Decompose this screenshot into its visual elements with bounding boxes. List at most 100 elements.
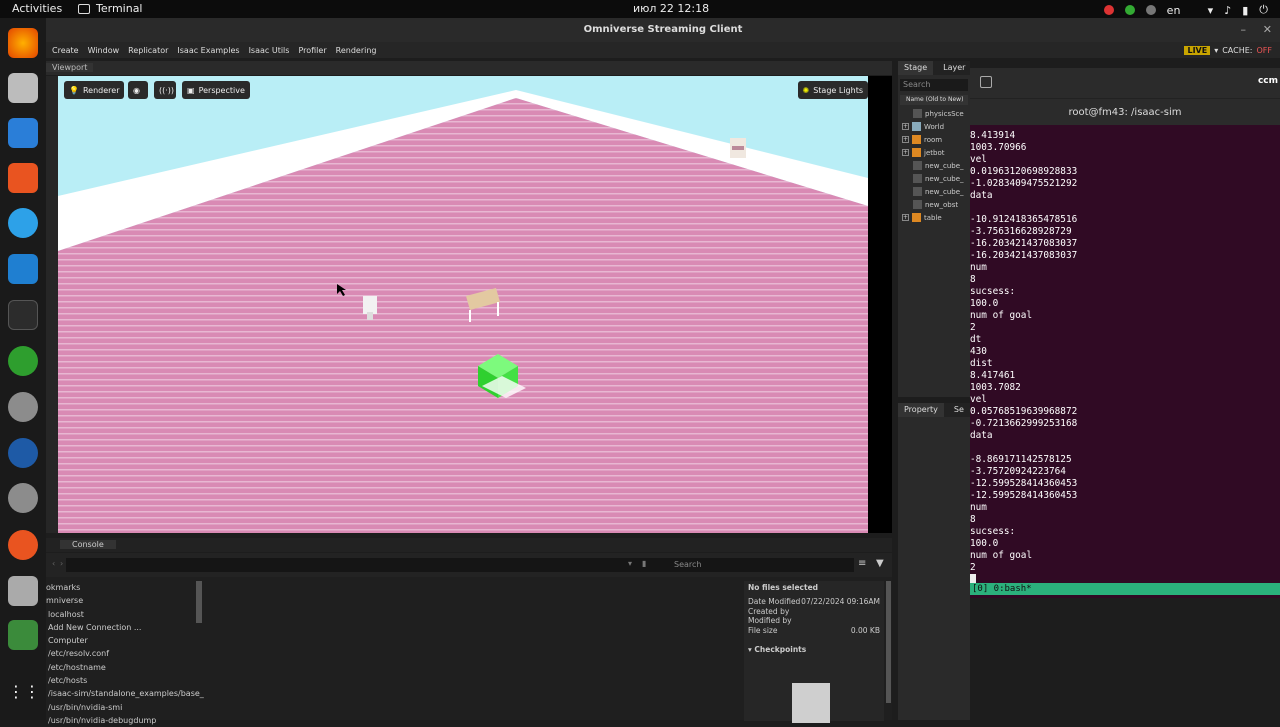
eye-button[interactable]: ◉ [128,81,148,99]
tree-item[interactable]: + room [902,133,970,146]
chevron-down-icon[interactable]: ▾ [1214,46,1218,55]
tree-item[interactable]: new_cube_ [902,185,970,198]
tab-layer[interactable]: Layer [937,61,971,75]
content-search-input[interactable]: Search [660,558,854,572]
new-tab-icon[interactable] [980,76,992,88]
tree-item[interactable]: new_obst [902,198,970,211]
expand-icon[interactable]: + [902,136,909,143]
viewport[interactable]: 💡 Renderer ◉ ((·)) ▣ Perspective ✺ Stage… [58,76,868,533]
tab-console[interactable]: Console [60,540,116,549]
tree-item[interactable]: /usr/bin/nvidia-debugdump [46,714,204,727]
menu-isaac-utils[interactable]: Isaac Utils [249,46,290,55]
files-icon[interactable] [8,73,38,103]
browser-icon[interactable] [8,438,38,468]
filter-icon[interactable]: ▼ [876,558,884,569]
firefox-icon[interactable] [8,28,38,58]
ubuntu-icon[interactable] [8,530,38,560]
tab-property[interactable]: Property [898,403,944,417]
terminal-line: 430 [970,346,987,357]
menu-create[interactable]: Create [52,46,79,55]
show-apps-icon[interactable]: ⋮⋮ [8,682,40,712]
chevron-down-icon[interactable]: ▾ [628,559,632,568]
power-icon[interactable]: ⏻ [1259,3,1268,17]
scrollbar[interactable] [196,581,202,623]
close-icon[interactable]: ✕ [1263,18,1272,42]
terminal-line: 8 [970,274,976,285]
tree-item[interactable]: + table [902,211,970,224]
expand-icon[interactable]: + [902,149,909,156]
tree-item[interactable]: /usr/bin/nvidia-smi [46,701,204,714]
tree-item[interactable]: /isaac-sim/standalone_examples/base_a [46,687,204,700]
omniverse-icon[interactable] [8,346,38,376]
menu-rendering[interactable]: Rendering [336,46,377,55]
keyboard-layout[interactable]: en [1167,4,1197,17]
tree-item[interactable]: + World [902,120,970,133]
stage-column-header[interactable]: Name (Old to New) [900,95,968,105]
stage-lights-button[interactable]: ✺ Stage Lights [797,81,868,99]
battery-icon[interactable]: ▮ [1242,4,1248,17]
help-icon[interactable] [8,208,38,238]
volume-icon[interactable]: ♪ [1224,4,1231,17]
renderer-button[interactable]: 💡 Renderer [64,81,125,99]
camera-button[interactable]: ▣ Perspective [182,81,250,99]
clock[interactable]: июл 22 12:18 [633,2,709,15]
terminal-line: vel [970,154,987,165]
list-view-icon[interactable]: ≡ [858,558,866,569]
tab-stage[interactable]: Stage [898,61,934,75]
back-icon[interactable]: ‹ [52,559,55,568]
broadcast-button[interactable]: ((·)) [154,81,176,99]
app-menu[interactable]: Terminal [78,2,143,15]
settings-icon[interactable] [8,392,38,422]
live-badge[interactable]: LIVE [1184,45,1211,55]
tree-item[interactable]: + jetbot [902,146,970,159]
sync-icon[interactable] [1124,5,1135,15]
trash-icon[interactable] [8,620,38,650]
tab-viewport[interactable]: Viewport [46,63,94,72]
menu-window[interactable]: Window [88,46,120,55]
tree-item[interactable]: physicsSce [902,107,970,120]
app-indicator-icon[interactable] [1145,5,1156,15]
gear-icon[interactable] [8,483,38,513]
tab-secondary[interactable]: Se [948,403,970,417]
tree-item[interactable]: /etc/hosts [46,674,204,687]
drive-icon[interactable] [8,576,38,606]
details-header: No files selected [748,583,819,592]
cache-state[interactable]: OFF [1257,46,1273,55]
tree-item[interactable]: Add New Connection ... [46,621,204,634]
lightbulb-icon: 💡 [69,85,79,95]
record-icon[interactable] [1103,5,1114,15]
terminal-window[interactable]: ccm root@fm43: /isaac-sim 8.413914 1003.7… [970,68,1280,598]
tree-item[interactable]: okmarks [46,581,204,594]
app-center-icon[interactable] [8,163,38,193]
menu-isaac-examples[interactable]: Isaac Examples [177,46,239,55]
stage-search-input[interactable]: Search [900,79,968,91]
writer-icon[interactable] [8,118,38,148]
menu-replicator[interactable]: Replicator [128,46,168,55]
path-input[interactable] [66,558,686,572]
menu-profiler[interactable]: Profiler [298,46,326,55]
vscode-icon[interactable] [8,254,38,284]
tree-item[interactable]: new_cube_ [902,159,970,172]
system-tray[interactable]: en ▾ ♪ ▮ ⏻ [1103,3,1268,17]
terminal-line: 1003.7082 [970,382,1021,393]
bookmark-icon[interactable]: ▮ [642,559,646,568]
forward-icon[interactable]: › [60,559,63,568]
terminal-icon[interactable] [8,300,38,330]
tree-item[interactable]: new_cube_ [902,172,970,185]
expand-icon[interactable]: + [902,123,909,130]
tree-item[interactable]: localhost [46,608,204,621]
tree-label: table [924,213,942,222]
minimize-icon[interactable]: – [1241,18,1247,42]
expand-icon[interactable]: + [902,214,909,221]
tree-item[interactable]: /etc/resolv.conf [46,647,204,660]
checkpoints-header[interactable]: ▾ Checkpoints [748,645,880,654]
terminal-line: 8.417461 [970,370,1016,381]
tree-item[interactable]: mniverse [46,594,204,607]
activities-button[interactable]: Activities [12,2,62,15]
tree-item[interactable]: Computer [46,634,204,647]
wifi-icon[interactable]: ▾ [1208,4,1214,17]
tree-item[interactable]: /etc/hostname [46,661,204,674]
scrollbar[interactable] [886,581,891,703]
broadcast-icon: ((·)) [159,85,175,95]
